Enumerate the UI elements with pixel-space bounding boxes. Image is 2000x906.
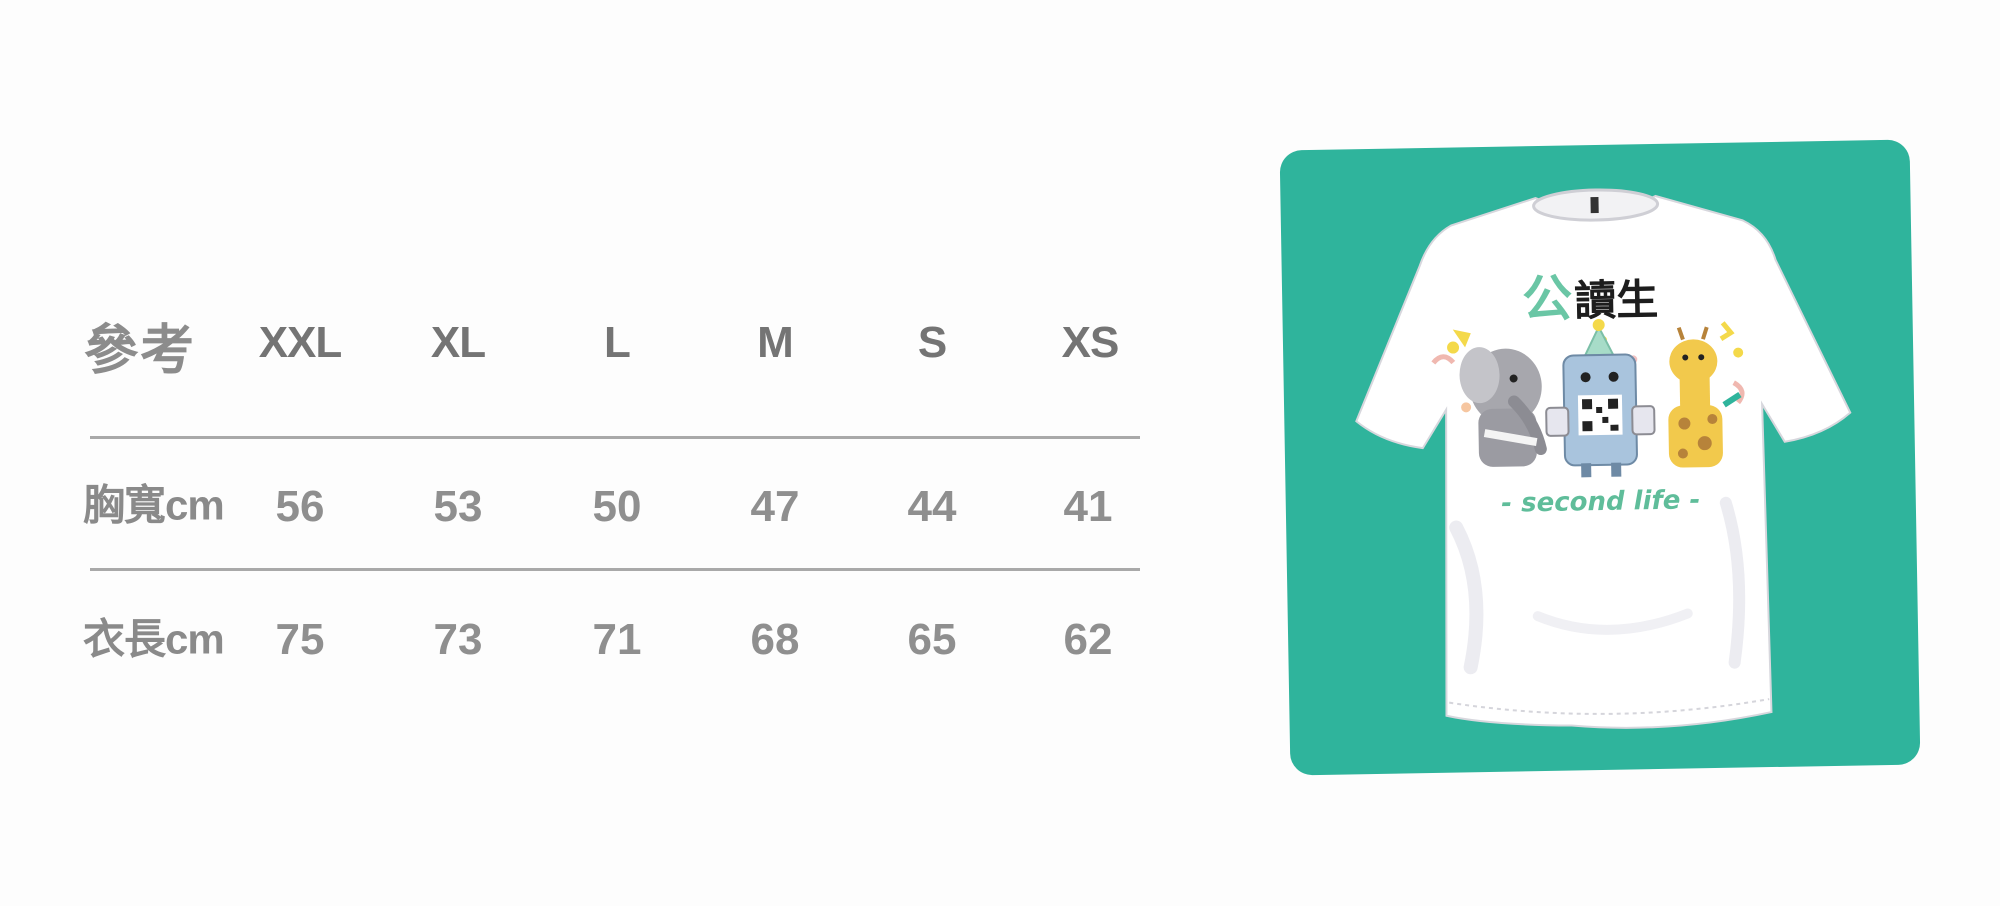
table-cell: 41 xyxy=(1063,482,1113,531)
table-cell: 62 xyxy=(1063,615,1113,664)
size-header-m: M xyxy=(757,318,794,367)
table-cell: 71 xyxy=(592,615,642,664)
size-chart-table: 參考 XXL XL L M S XS 胸寬cm 56 53 50 47 44 4… xyxy=(80,300,1140,700)
tshirt-illustration: 公 讀生 - second life - xyxy=(1355,188,1852,729)
table-cell: 75 xyxy=(275,615,325,664)
tshirt-tag-icon xyxy=(1590,196,1599,214)
size-header-s: S xyxy=(917,318,947,367)
table-cell: 65 xyxy=(907,615,957,664)
table-cell: 53 xyxy=(433,482,483,531)
table-cell: 68 xyxy=(750,615,800,664)
row-label-chest-width: 胸寬cm xyxy=(83,481,225,529)
table-cell: 73 xyxy=(433,615,483,664)
size-header-xs: XS xyxy=(1061,318,1120,367)
table-cell: 56 xyxy=(275,482,325,531)
table-cell: 50 xyxy=(592,482,642,531)
product-image-card: 公 讀生 - second life - xyxy=(1279,139,1921,776)
table-divider xyxy=(90,568,1140,571)
table-cell: 47 xyxy=(750,482,800,531)
brand-accent-char: 公 xyxy=(1522,269,1573,328)
size-header-xl: XL xyxy=(430,318,486,367)
tshirt-slogan-text: - second life - xyxy=(1501,485,1701,518)
size-header-xxl: XXL xyxy=(258,318,343,367)
table-corner-label: 參考 xyxy=(84,320,196,381)
table-divider xyxy=(90,436,1140,439)
table-cell: 44 xyxy=(907,482,957,531)
brand-name-text: 讀生 xyxy=(1574,275,1659,325)
row-label-body-length: 衣長cm xyxy=(83,615,225,663)
size-header-l: L xyxy=(604,318,631,367)
